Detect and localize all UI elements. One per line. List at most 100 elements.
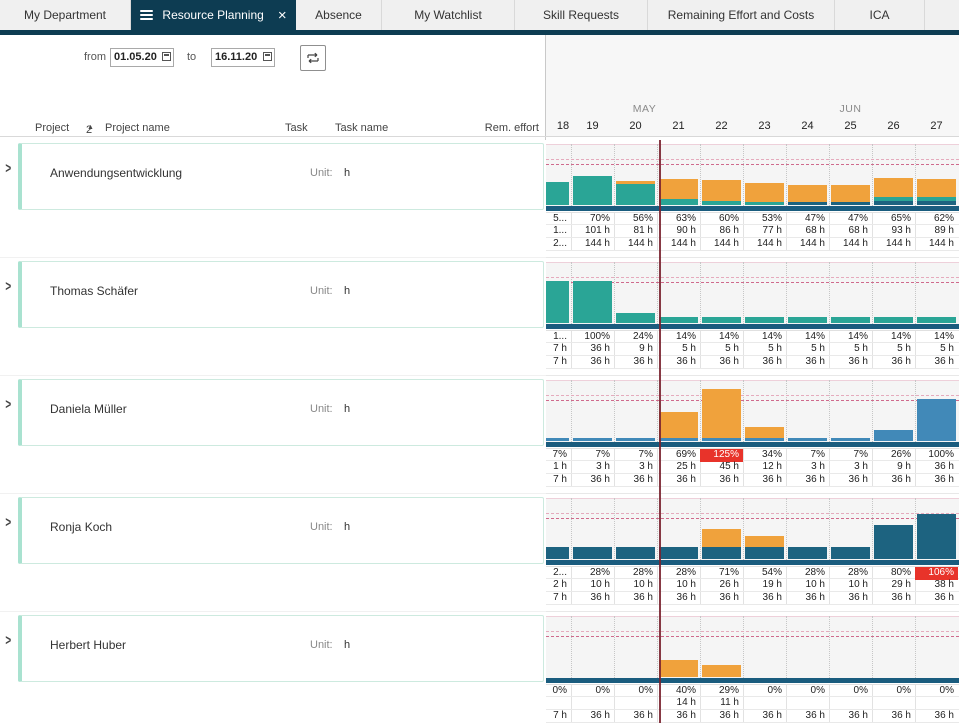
- tab-my-watchlist[interactable]: My Watchlist: [382, 0, 515, 30]
- tab-close-icon[interactable]: ×: [278, 8, 287, 23]
- resource-name: Thomas Schäfer: [50, 284, 138, 298]
- grid-cell: 36 h: [657, 592, 700, 605]
- utilization-bar: [831, 185, 870, 201]
- utilization-bar: [745, 438, 784, 441]
- unit-value: h: [344, 521, 350, 533]
- row-card[interactable]: AnwendungsentwicklungUnit:h: [18, 143, 544, 210]
- project-row: > Herbert HuberUnit:h: [0, 612, 546, 723]
- grid-cell: 25 h: [657, 461, 700, 474]
- grid-cell: 7 h: [546, 592, 571, 605]
- hamburger-icon[interactable]: [140, 10, 153, 20]
- from-date-field[interactable]: [110, 47, 174, 66]
- to-date-field[interactable]: [211, 47, 275, 66]
- grid-cell: 36 h: [700, 356, 743, 369]
- refresh-button[interactable]: [300, 45, 326, 71]
- unit-value: h: [344, 403, 350, 415]
- timeline-row: 5...70%56%63%60%53%47%47%65%62%1...101 h…: [546, 140, 959, 258]
- calendar-icon[interactable]: [162, 52, 171, 61]
- grid-line: [571, 262, 572, 324]
- grid-line: [829, 380, 830, 442]
- grid-line: [786, 262, 787, 324]
- expand-chevron-icon[interactable]: >: [5, 515, 11, 531]
- grid-cell: 36 h: [829, 592, 872, 605]
- table-header: Project 2▲ Project name Task Task name R…: [0, 120, 546, 137]
- grid-line: [700, 380, 701, 442]
- utilization-bar: [917, 399, 956, 441]
- grid-cell: [786, 697, 829, 710]
- utilization-bar: [745, 427, 784, 438]
- utilization-bar: [702, 438, 741, 441]
- column-project[interactable]: Project: [35, 122, 69, 134]
- grid-cell: 3 h: [786, 461, 829, 474]
- grid-line: [829, 616, 830, 678]
- tab-bar: My DepartmentResource Planning×AbsenceMy…: [0, 0, 959, 30]
- grid-cell: 2...: [546, 238, 571, 251]
- today-marker: [659, 140, 661, 723]
- grid-cell: 12 h: [743, 461, 786, 474]
- grid-cell: [614, 697, 657, 710]
- column-rem-effort[interactable]: Rem. effort: [485, 122, 539, 134]
- data-row-capacity: 7 h36 h36 h36 h36 h36 h36 h36 h36 h36 h: [546, 592, 959, 605]
- week-label: 22: [707, 120, 737, 132]
- grid-line: [571, 144, 572, 206]
- grid-cell: 36 h: [743, 592, 786, 605]
- grid-cell: 36 h: [700, 474, 743, 487]
- row-card[interactable]: Herbert HuberUnit:h: [18, 615, 544, 682]
- utilization-bar: [573, 438, 612, 441]
- data-row-percent: 1...100%24%14%14%14%14%14%14%14%: [546, 330, 959, 343]
- expand-chevron-icon[interactable]: >: [5, 633, 11, 649]
- month-label: JUN: [821, 103, 881, 115]
- utilization-bar: [659, 179, 698, 199]
- tab-my-department[interactable]: My Department: [0, 0, 131, 30]
- grid-cell: 9 h: [872, 461, 915, 474]
- grid-cell: 144 h: [743, 238, 786, 251]
- grid-line: [786, 380, 787, 442]
- grid-cell: 5 h: [700, 343, 743, 356]
- tab-resource-planning[interactable]: Resource Planning×: [131, 0, 296, 30]
- column-project-name[interactable]: Project name: [105, 122, 170, 134]
- grid-cell: [829, 697, 872, 710]
- grid-cell: 144 h: [571, 238, 614, 251]
- expand-chevron-icon[interactable]: >: [5, 397, 11, 413]
- utilization-bar: [573, 281, 612, 323]
- grid-cell: 36 h: [872, 710, 915, 723]
- grid-cell: 36 h: [614, 710, 657, 723]
- utilization-bar: [659, 317, 698, 323]
- utilization-bar: [546, 547, 569, 559]
- data-row-capacity: 7 h36 h36 h36 h36 h36 h36 h36 h36 h36 h: [546, 356, 959, 369]
- grid-cell: 3 h: [571, 461, 614, 474]
- grid-cell: 3 h: [614, 461, 657, 474]
- expand-chevron-icon[interactable]: >: [5, 279, 11, 295]
- grid-cell: 36 h: [571, 710, 614, 723]
- row-card[interactable]: Ronja KochUnit:h: [18, 497, 544, 564]
- grid-line: [700, 616, 701, 678]
- utilization-bar: [874, 201, 913, 205]
- grid-cell: 36 h: [743, 356, 786, 369]
- grid-cell: 36 h: [829, 474, 872, 487]
- tab-absence[interactable]: Absence: [296, 0, 382, 30]
- grid-line: [614, 380, 615, 442]
- tab-ica[interactable]: ICA: [835, 0, 925, 30]
- data-row-percent: 2...28%28%28%71%54%28%28%80%106%: [546, 566, 959, 579]
- utilization-bar: [874, 197, 913, 201]
- week-label: 23: [750, 120, 780, 132]
- utilization-bar: [745, 317, 784, 323]
- utilization-bar: [659, 660, 698, 677]
- row-card[interactable]: Thomas SchäferUnit:h: [18, 261, 544, 328]
- tab-remaining-effort-and-costs[interactable]: Remaining Effort and Costs: [648, 0, 835, 30]
- utilization-bar: [745, 547, 784, 559]
- utilization-bar: [788, 547, 827, 559]
- expand-chevron-icon[interactable]: >: [5, 161, 11, 177]
- data-row-percent: 0%0%0%40%29%0%0%0%0%0%: [546, 684, 959, 697]
- utilization-bar: [745, 536, 784, 547]
- calendar-icon[interactable]: [263, 52, 272, 61]
- column-task[interactable]: Task: [285, 122, 308, 134]
- row-card[interactable]: Daniela MüllerUnit:h: [18, 379, 544, 446]
- grid-cell: 1 h: [546, 461, 571, 474]
- capacity-limit-line: [546, 518, 959, 519]
- utilization-bar: [702, 389, 741, 439]
- grid-cell: 36 h: [700, 592, 743, 605]
- column-task-name[interactable]: Task name: [335, 122, 388, 134]
- utilization-bar: [546, 438, 569, 441]
- tab-skill-requests[interactable]: Skill Requests: [515, 0, 648, 30]
